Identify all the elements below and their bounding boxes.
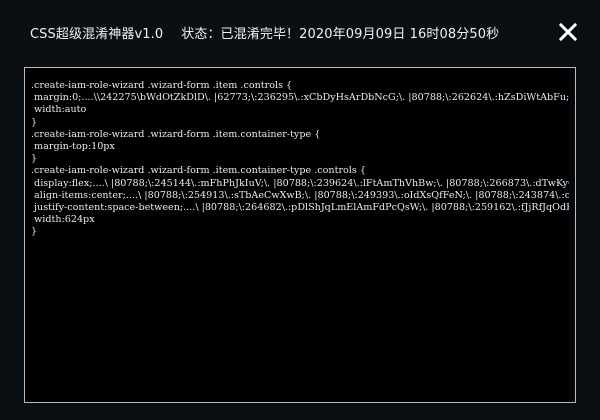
code-editor[interactable]: .create-iam-role-wizard .wizard-form .it… <box>24 67 576 403</box>
title-bar[interactable]: CSS超级混淆神器v1.0 状态：已混淆完毕！2020年09月09日 16时08分… <box>0 0 600 64</box>
close-button[interactable] <box>556 20 580 44</box>
status-text: 状态：已混淆完毕！2020年09月09日 16时08分50秒 <box>181 27 500 42</box>
title-text-group: CSS超级混淆神器v1.0 状态：已混淆完毕！2020年09月09日 16时08分… <box>30 23 499 42</box>
obfuscated-css-output[interactable]: .create-iam-role-wizard .wizard-form .it… <box>25 68 575 239</box>
scrollbar-track[interactable] <box>569 68 575 402</box>
close-icon[interactable] <box>556 20 580 44</box>
app-window: CSS超级混淆神器v1.0 状态：已混淆完毕！2020年09月09日 16时08分… <box>0 0 600 420</box>
app-title: CSS超级混淆神器v1.0 <box>30 27 164 42</box>
